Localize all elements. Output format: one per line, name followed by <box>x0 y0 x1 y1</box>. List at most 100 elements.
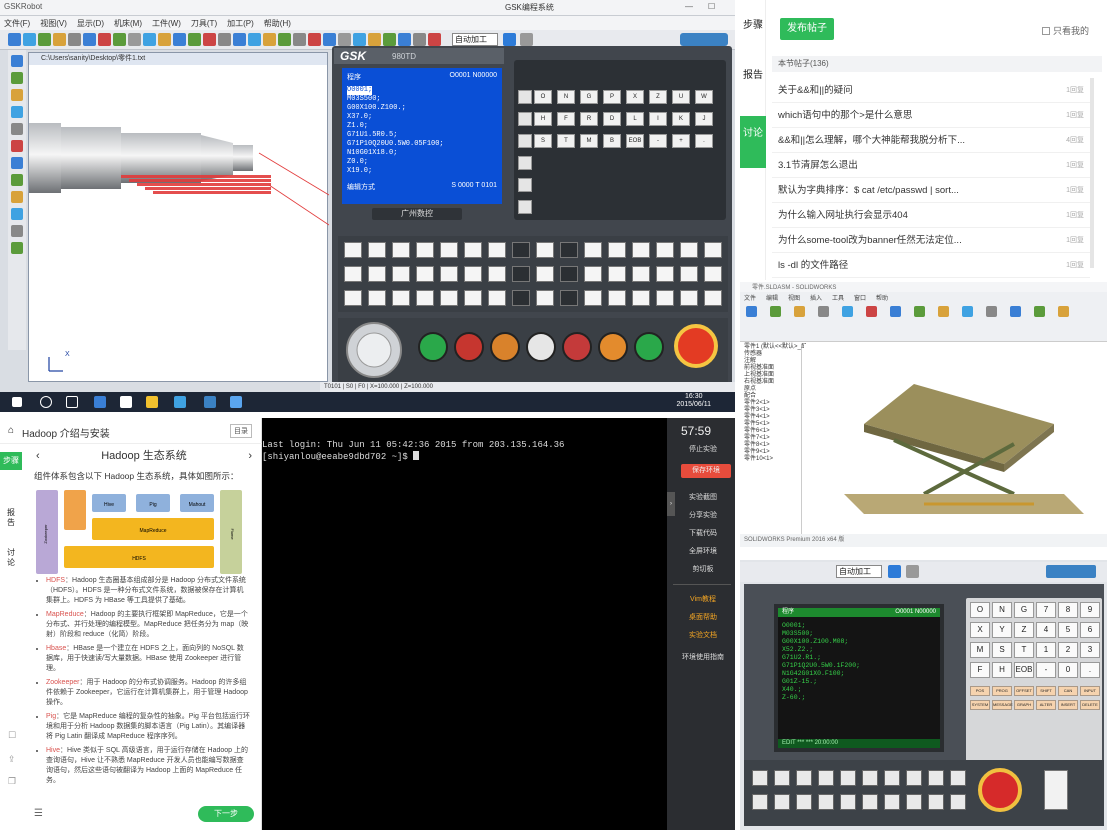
operation-key[interactable] <box>608 290 626 306</box>
keypad-key[interactable]: + <box>672 134 690 148</box>
panel-key[interactable] <box>884 770 900 786</box>
operation-key[interactable] <box>656 290 674 306</box>
key[interactable]: 3 <box>1080 642 1100 658</box>
key[interactable]: . <box>1080 662 1100 678</box>
tool-icon[interactable] <box>11 106 23 118</box>
keypad-func-key[interactable] <box>518 156 532 170</box>
power-switch[interactable] <box>1044 770 1068 810</box>
tree-item[interactable]: 零件1 (默认<<默认>_显... <box>740 344 812 351</box>
tree-item[interactable]: 零件2<1> <box>740 400 801 407</box>
tool-icon[interactable] <box>11 208 23 220</box>
toolbar-icon[interactable] <box>263 33 276 46</box>
panel-key[interactable] <box>840 794 856 810</box>
next-icon[interactable]: › <box>248 444 252 468</box>
toolbar-icon[interactable] <box>413 33 426 46</box>
copy-icon[interactable]: ❐ <box>8 776 16 787</box>
post-item[interactable]: &&和||怎么理解，哪个大神能帮我脱分析下... 4回复 <box>772 128 1090 153</box>
keypad-key[interactable]: P <box>603 90 621 104</box>
key[interactable]: - <box>1036 662 1056 678</box>
tab-steps[interactable]: 步骤 <box>740 16 766 32</box>
folder-icon[interactable] <box>146 396 158 408</box>
operation-key[interactable] <box>656 242 674 258</box>
feed-hold-button[interactable] <box>454 332 484 362</box>
operation-key[interactable] <box>704 242 722 258</box>
run-icon[interactable] <box>503 33 516 46</box>
toolbar-icon[interactable] <box>158 33 171 46</box>
stop-icon[interactable] <box>520 33 533 46</box>
post-title[interactable]: 为什么some-tool改为banner任然无法定位... <box>778 235 962 246</box>
soft-key[interactable]: GRAPH <box>1014 700 1034 710</box>
chat-icon[interactable]: ☐ <box>8 730 16 741</box>
program-button[interactable] <box>634 332 664 362</box>
keypad-key[interactable]: N <box>557 90 575 104</box>
toolbar-icon[interactable] <box>383 33 396 46</box>
ribbon-icon[interactable] <box>842 306 853 317</box>
tree-item[interactable]: 原点 <box>740 386 801 393</box>
mode-combo[interactable]: 自动加工 <box>452 33 498 46</box>
panel-key[interactable] <box>928 770 944 786</box>
panel-key[interactable] <box>752 770 768 786</box>
tab-discussion[interactable]: 讨论 <box>740 116 766 168</box>
operation-key[interactable] <box>416 266 434 282</box>
ribbon-icon[interactable] <box>962 306 973 317</box>
tree-item[interactable]: 零件8<1> <box>740 442 801 449</box>
post-item[interactable]: ls -dl 的文件路径 1回复 <box>772 253 1090 278</box>
operation-key[interactable] <box>392 266 410 282</box>
panel-key[interactable] <box>796 770 812 786</box>
menu-item[interactable]: 工件(W) <box>152 18 181 29</box>
operation-key[interactable] <box>680 242 698 258</box>
ribbon-icon[interactable] <box>1058 306 1069 317</box>
tree-item[interactable]: 传感器 <box>740 351 801 358</box>
panel-item[interactable]: 下载代码 <box>673 528 733 538</box>
operation-key[interactable] <box>488 266 506 282</box>
tool-icon[interactable] <box>11 157 23 169</box>
post-title[interactable]: 关于&&和||的疑问 <box>778 85 853 96</box>
operation-key[interactable] <box>464 290 482 306</box>
coolant-button[interactable] <box>526 332 556 362</box>
panel-key[interactable] <box>928 794 944 810</box>
toolbar-icon[interactable] <box>38 33 51 46</box>
post-item[interactable]: 为什么输入网址执行会显示404 1回复 <box>772 203 1090 228</box>
panel-key[interactable] <box>818 770 834 786</box>
menu-item[interactable]: 机床(M) <box>114 18 142 29</box>
menu-item[interactable]: 帮助(H) <box>264 18 291 29</box>
post-item[interactable]: 3.1节清屏怎么退出 1回复 <box>772 153 1090 178</box>
key[interactable]: 2 <box>1058 642 1078 658</box>
tree-item[interactable]: 零件10<1> <box>740 456 801 463</box>
operation-key[interactable] <box>584 242 602 258</box>
operation-key[interactable] <box>392 290 410 306</box>
panel-key[interactable] <box>884 794 900 810</box>
panel-key[interactable] <box>950 770 966 786</box>
toolbar-icon[interactable] <box>278 33 291 46</box>
ribbon-icon[interactable] <box>938 306 949 317</box>
toolbar-icon[interactable] <box>68 33 81 46</box>
tree-item[interactable]: 配合 <box>740 393 801 400</box>
ribbon-tab[interactable]: 视图 <box>788 293 800 302</box>
operation-key[interactable] <box>344 290 362 306</box>
keypad-key[interactable]: EOB <box>626 134 644 148</box>
panel-key[interactable] <box>796 794 812 810</box>
operation-key[interactable] <box>440 242 458 258</box>
toolbar-icon[interactable] <box>293 33 306 46</box>
soft-key[interactable]: DELETE <box>1080 700 1100 710</box>
key[interactable]: 4 <box>1036 622 1056 638</box>
operation-key[interactable] <box>536 290 554 306</box>
ribbon-icon[interactable] <box>1010 306 1021 317</box>
tool-icon[interactable] <box>11 225 23 237</box>
stop-lab-button[interactable]: 停止实验 <box>673 444 733 454</box>
mode-combo-2[interactable]: 自动加工 <box>836 565 882 578</box>
toolbar-icon[interactable] <box>83 33 96 46</box>
operation-key[interactable] <box>512 290 530 306</box>
operation-key[interactable] <box>680 266 698 282</box>
tree-item[interactable]: 零件3<1> <box>740 407 801 414</box>
keypad-key[interactable]: O <box>534 90 552 104</box>
panel-key[interactable] <box>752 794 768 810</box>
cycle-start-button[interactable] <box>418 332 448 362</box>
ribbon-icon[interactable] <box>890 306 901 317</box>
keypad-key[interactable]: M <box>580 134 598 148</box>
tool-icon[interactable] <box>11 242 23 254</box>
operation-key[interactable] <box>584 266 602 282</box>
ribbon-icon[interactable] <box>914 306 925 317</box>
prev-icon[interactable]: ‹ <box>36 444 40 468</box>
soft-key[interactable]: ALTER <box>1036 700 1056 710</box>
